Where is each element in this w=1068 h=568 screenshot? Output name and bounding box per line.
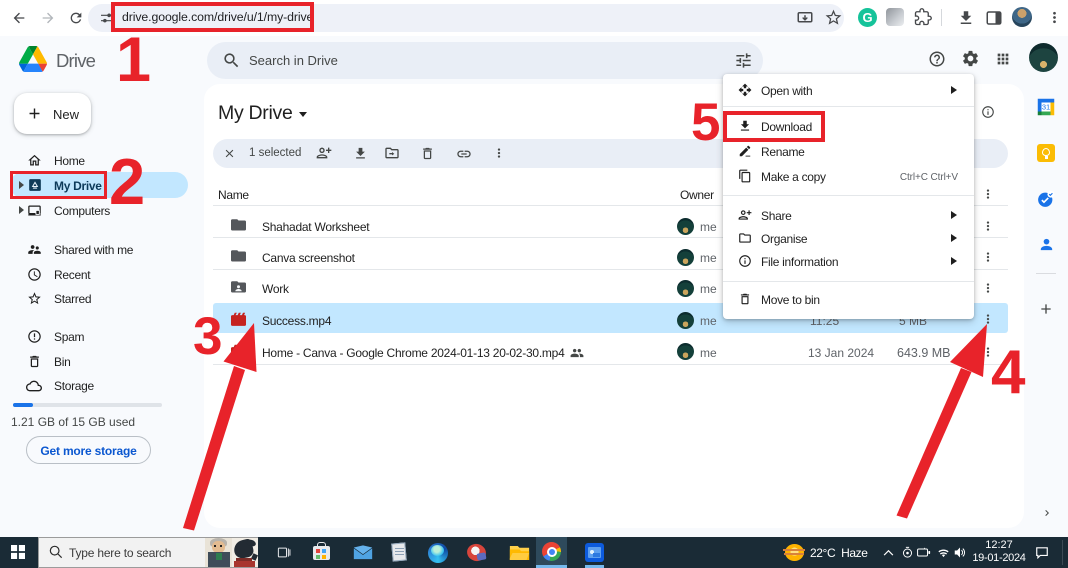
svg-text:31: 31 [1042, 103, 1050, 112]
